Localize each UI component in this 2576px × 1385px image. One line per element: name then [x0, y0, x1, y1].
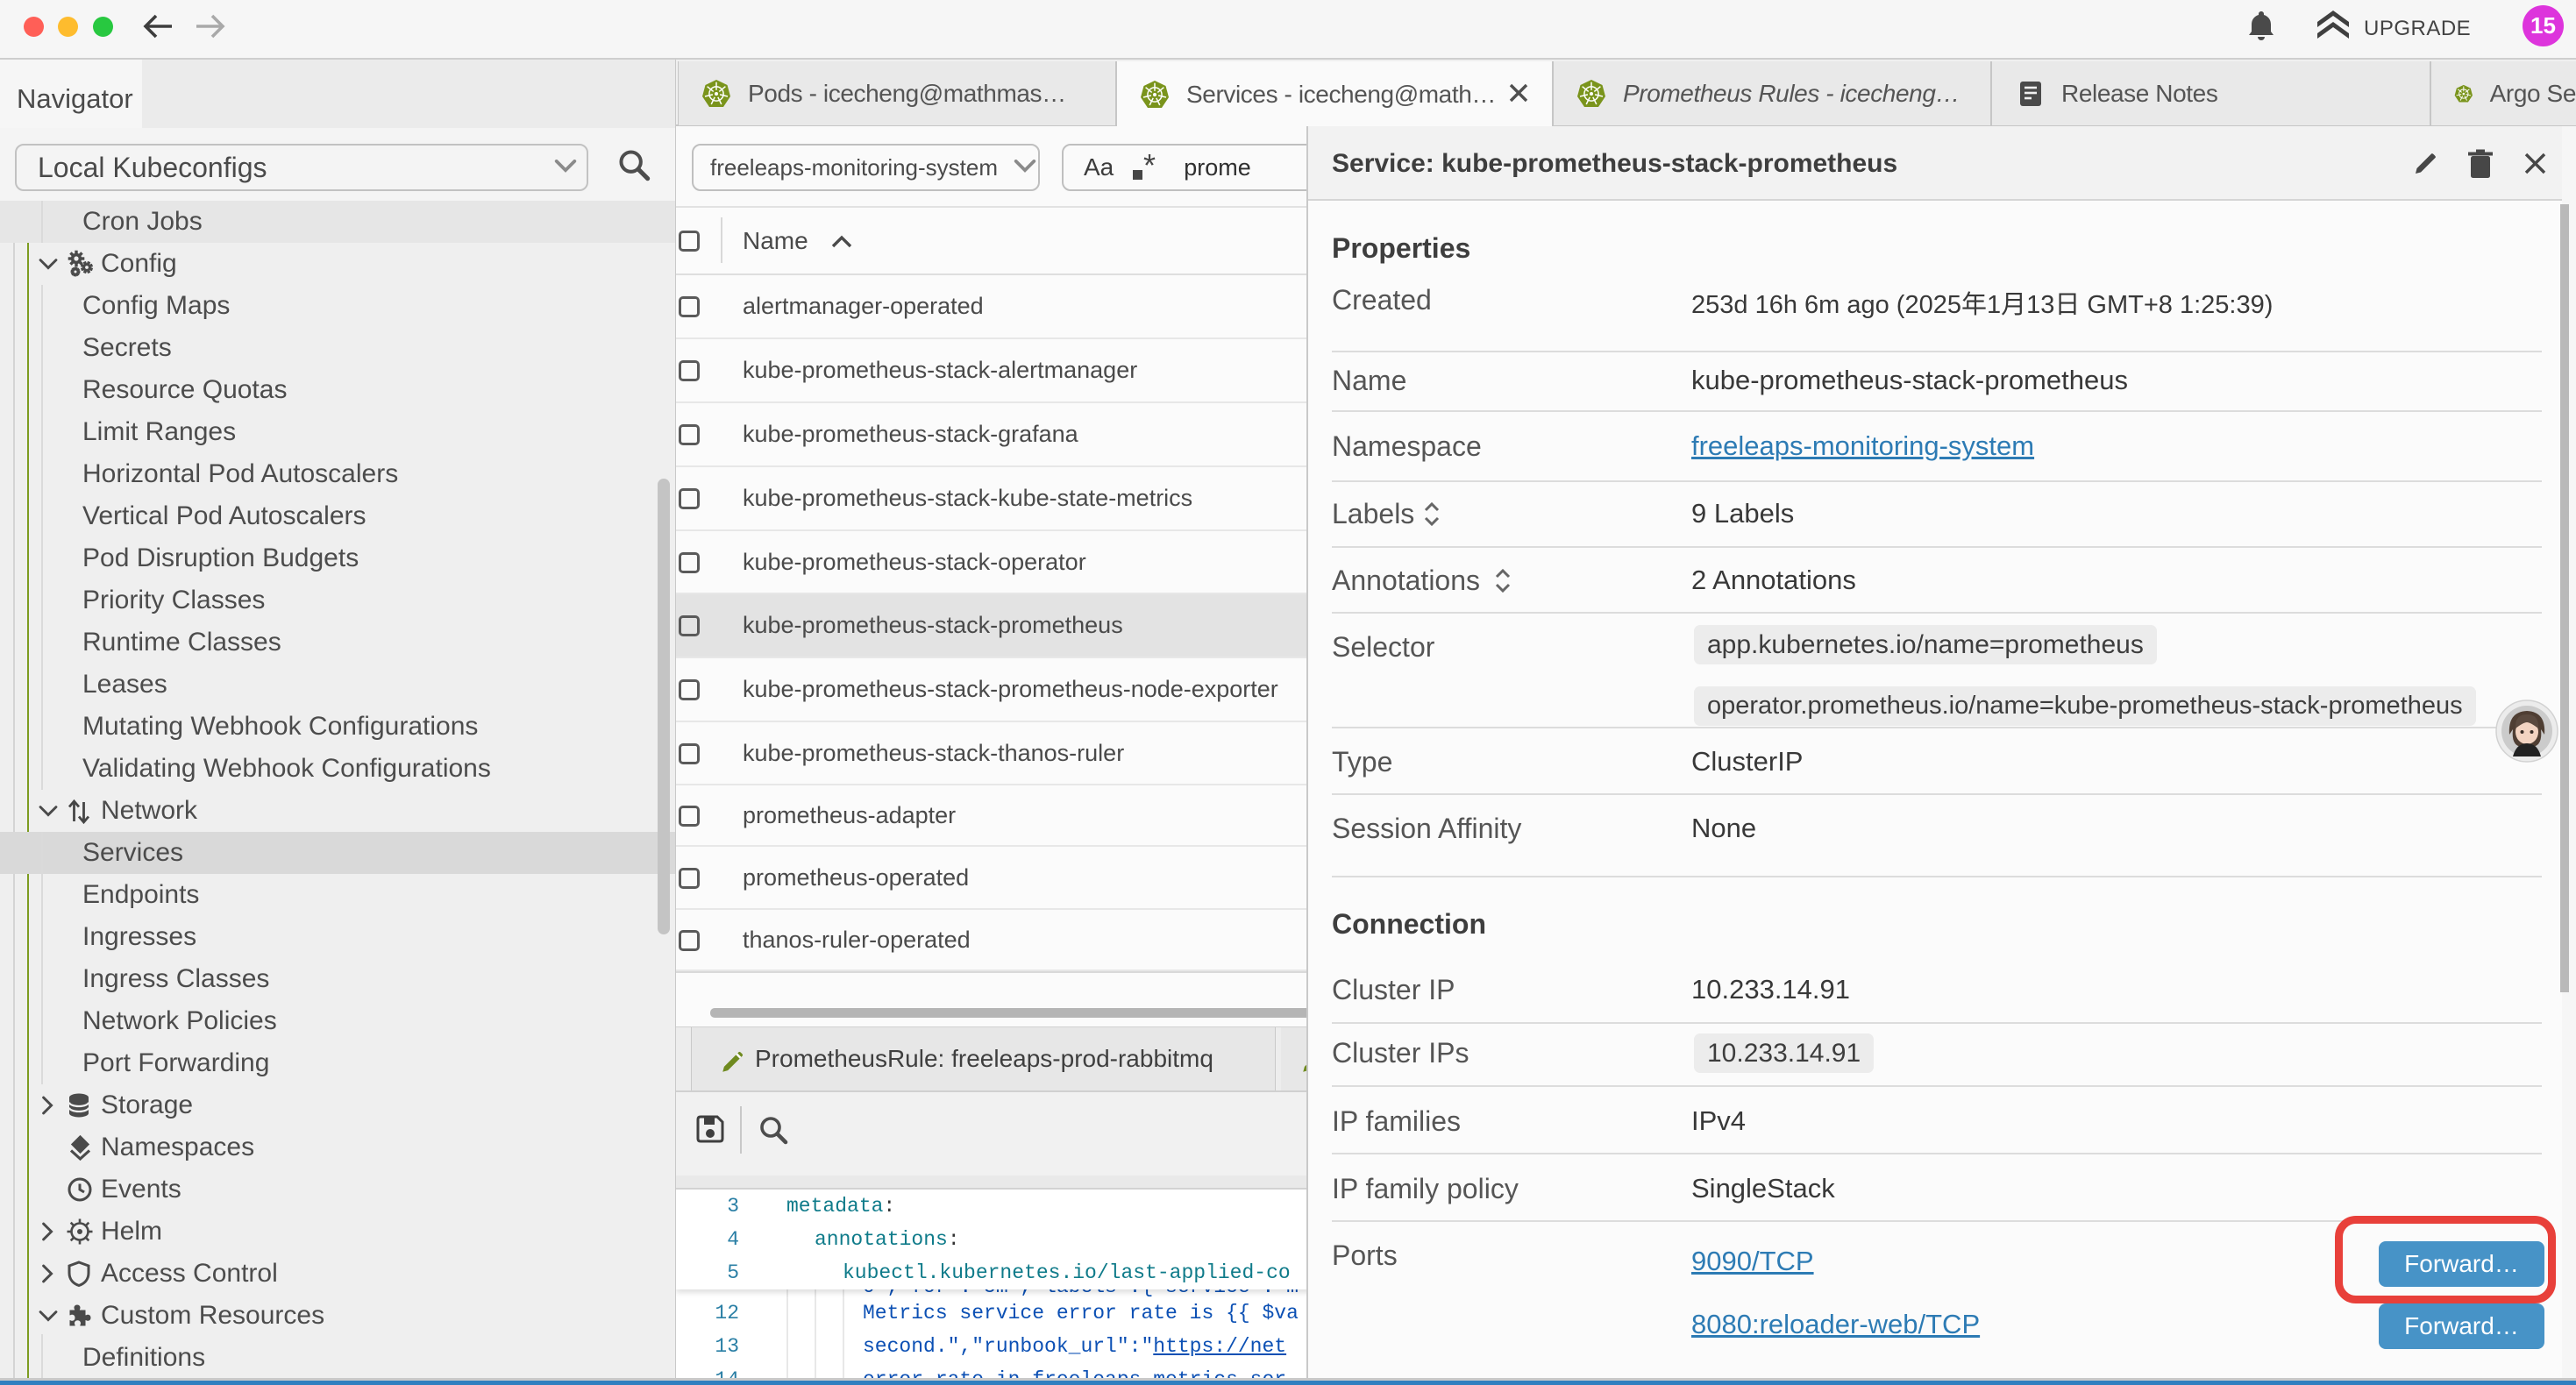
- svg-text:*: *: [1143, 153, 1156, 182]
